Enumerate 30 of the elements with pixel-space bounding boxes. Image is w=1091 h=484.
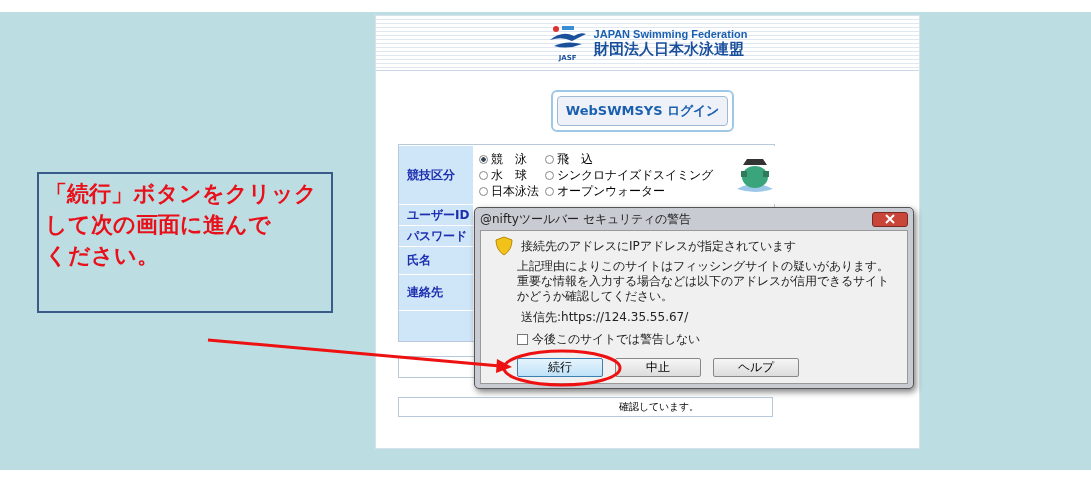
callout-text: ください。 (45, 242, 159, 270)
warning-message: 上記理由によりこのサイトはフィッシングサイトの疑いがあります。重要な情報を入力する場合などは以下のアドレスが信用できるサイトかどうか確認してください。 (517, 259, 890, 304)
form-label: ユーザーID (399, 205, 473, 225)
callout-text: して次の画面に進んで (45, 211, 271, 239)
checkbox[interactable] (517, 334, 528, 345)
form-label: 連絡先 (399, 275, 473, 310)
note-text: 確認しています。 (619, 400, 699, 414)
form-label: 氏名 (399, 247, 473, 274)
federation-name: 財団法人日本水泳連盟 (593, 39, 745, 59)
form-label: パスワード (399, 226, 473, 246)
callout-text: 「続行」ボタンをクリック (45, 180, 317, 208)
close-button[interactable] (872, 211, 908, 227)
category-radio[interactable]: 競 泳 (479, 151, 541, 167)
category-radio[interactable]: オープンウォーター (545, 183, 729, 199)
category-radio[interactable]: 飛 込 (545, 151, 729, 167)
category-radio[interactable]: シンクロナイズドスイミング (545, 167, 729, 183)
federation-name-english: JAPAN Swimming Federation (593, 27, 748, 40)
dialog-button[interactable]: 続行 (517, 358, 603, 377)
dialog-button[interactable]: 中止 (615, 358, 701, 377)
warning-headline: 接続先のアドレスにIPアドレスが指定されています (521, 237, 796, 255)
shield-icon (495, 236, 513, 256)
dialog-title: @niftyツールバー セキュリティの警告 (480, 210, 691, 228)
close-icon (885, 214, 895, 224)
category-radio[interactable]: 水 球 (479, 167, 541, 183)
checkbox-label: 今後このサイトでは警告しない (532, 331, 700, 348)
login-title: WebSWMSYS ログイン (556, 96, 729, 126)
form-label: 競技区分 (399, 146, 473, 204)
category-radio[interactable]: 日本泳法 (479, 183, 541, 199)
dialog-button[interactable]: ヘルプ (713, 358, 799, 377)
destination-address: 送信先:https://124.35.55.67/ (521, 309, 690, 326)
